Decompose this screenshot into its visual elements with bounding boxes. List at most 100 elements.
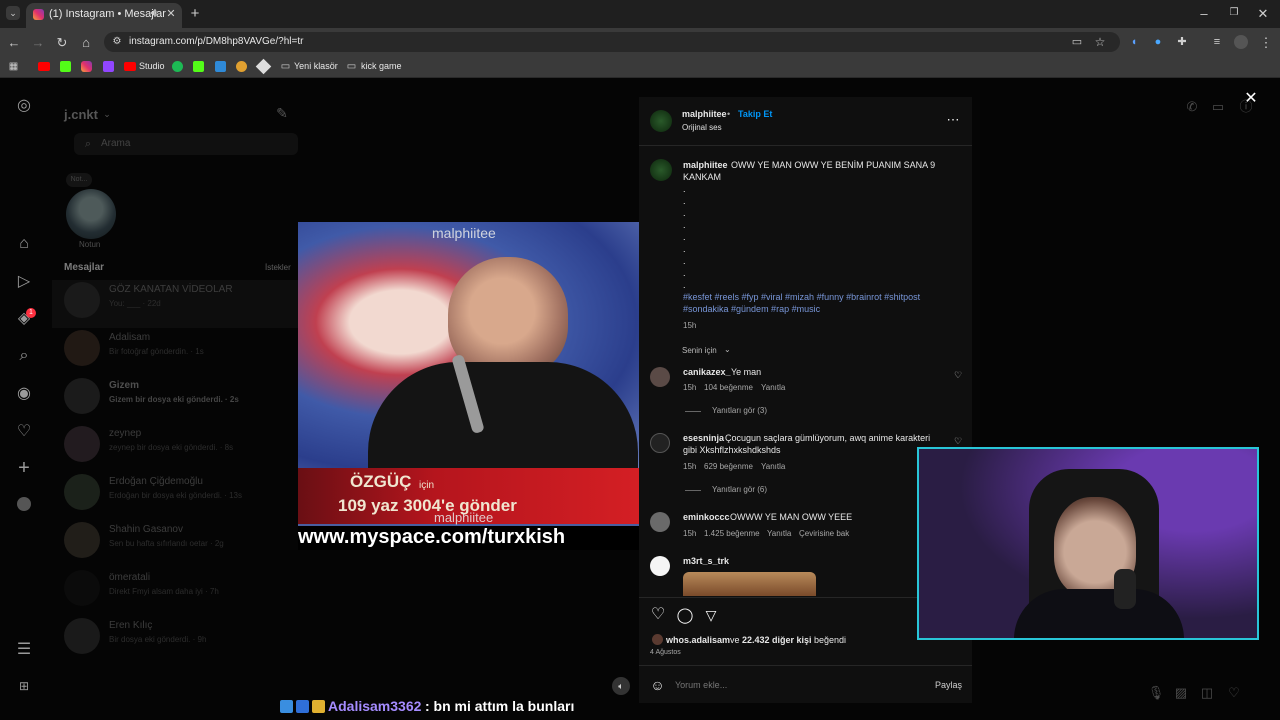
dm-conversation[interactable]: Shahin Gasanov Sen bu hafta sıfırlandı o… <box>52 520 298 568</box>
bookmark-diamond-icon[interactable] <box>255 58 272 75</box>
author-avatar[interactable] <box>650 110 672 132</box>
dm-conversation[interactable]: Eren Kılıç Bir dosya eki gönderdi. · 9h <box>52 616 298 664</box>
home-nav-icon[interactable]: ⌂ <box>14 234 34 254</box>
post-audio[interactable]: Orijinal ses <box>682 123 722 132</box>
twitch-bookmark-icon[interactable] <box>103 61 114 72</box>
create-nav-icon[interactable]: + <box>14 457 34 479</box>
spotify-bookmark-icon[interactable] <box>172 61 183 72</box>
comment-user[interactable]: esesninja <box>683 433 724 443</box>
caption-hashtags-line1[interactable]: #kesfet #reels #fyp #viral #mizah #funny… <box>683 292 920 302</box>
profile-nav-avatar[interactable] <box>17 497 31 511</box>
more-menu-icon[interactable]: ☰ <box>14 639 34 659</box>
close-tab-icon[interactable]: ✕ <box>165 8 177 20</box>
address-bar[interactable]: ⚙ instagram.com/p/DM8hp8VAVGe/?hl=tr ▭ ☆ <box>104 32 1120 52</box>
browser-tab[interactable]: (1) Instagram • Mesajlar 🔊︎ ✕ <box>26 3 182 28</box>
comment-avatar[interactable] <box>650 556 670 576</box>
dm-conversation[interactable]: GÖZ KANATAN VİDEOLAR You: ___ · 22d <box>52 280 298 328</box>
speaker-icon[interactable]: 🔊︎ <box>148 8 160 20</box>
translate-button[interactable]: Çevirisine bak <box>799 529 849 538</box>
sticker-icon[interactable]: ◫ <box>1199 684 1215 700</box>
comment-image[interactable] <box>683 572 816 596</box>
more-options-icon[interactable]: ⋯ <box>945 111 961 127</box>
compose-icon[interactable]: ✎ <box>274 105 290 121</box>
explore-nav-icon[interactable]: ◉ <box>14 383 34 403</box>
comment-user[interactable]: eminkoccc <box>683 512 730 522</box>
window-close-icon[interactable]: ✕ <box>1256 6 1270 20</box>
comment-avatar[interactable] <box>650 367 670 387</box>
extension-shield-icon[interactable]: ● <box>1151 35 1165 49</box>
microphone-icon[interactable]: 🎙︎ <box>1148 684 1165 700</box>
comment-input[interactable] <box>675 677 895 693</box>
comment-likes[interactable]: 104 beğenme <box>704 383 753 392</box>
emoji-icon[interactable]: ☺ <box>649 676 666 693</box>
follow-button[interactable]: Takip Et <box>738 109 772 119</box>
note-avatar[interactable] <box>66 189 116 239</box>
comment-like-icon[interactable]: ♡ <box>954 436 962 447</box>
back-icon[interactable]: ← <box>7 35 21 49</box>
view-replies-button[interactable]: Yanıtları gör (3) <box>712 406 767 415</box>
mute-toggle-icon[interactable]: 🔈︎ <box>612 677 630 695</box>
bookmark-app-icon[interactable] <box>215 61 226 72</box>
comment-user[interactable]: m3rt_s_trk <box>683 556 729 566</box>
comment-icon[interactable]: ◯ <box>676 606 694 624</box>
dm-conversation[interactable]: Gizem Gizem bir dosya eki gönderdi. · 2s <box>52 376 298 424</box>
bookmark-star-icon[interactable]: ☆ <box>1093 35 1107 49</box>
heart-icon[interactable]: ♡ <box>1226 684 1242 700</box>
youtube-studio-icon[interactable] <box>124 62 136 71</box>
apps-grid-icon[interactable]: ▦ <box>7 60 20 73</box>
liked-by-avatar[interactable] <box>652 634 663 645</box>
instagram-logo-icon[interactable]: ◎ <box>14 95 34 115</box>
profile-avatar-icon[interactable] <box>1234 35 1248 49</box>
dm-conversation[interactable]: ömeratali Direkt Fmyi alsam daha iyi · 7… <box>52 568 298 616</box>
phone-icon[interactable]: ✆ <box>1184 98 1200 114</box>
comment-likes[interactable]: 1.425 beğenme <box>704 529 760 538</box>
view-replies-button[interactable]: Yanıtları gör (6) <box>712 485 767 494</box>
image-icon[interactable]: ▨ <box>1173 684 1189 700</box>
instagram-bookmark-icon[interactable] <box>81 61 92 72</box>
site-info-icon[interactable]: ⚙ <box>110 35 124 49</box>
apps-icon[interactable]: ⊞ <box>14 676 34 696</box>
caption-user[interactable]: malphiitee <box>683 160 728 170</box>
comment-like-icon[interactable]: ♡ <box>954 370 962 381</box>
bookmark-app-icon-2[interactable] <box>236 61 247 72</box>
extensions-puzzle-icon[interactable]: ✚ <box>1175 35 1189 49</box>
minimize-icon[interactable]: – <box>1197 6 1211 20</box>
kick-bookmark-icon[interactable] <box>60 61 71 72</box>
bookmark-yeni-klasor[interactable]: Yeni klasör <box>294 61 338 71</box>
comment-reply-button[interactable]: Yanıtla <box>761 383 785 392</box>
kick-bookmark-icon-2[interactable] <box>193 61 204 72</box>
comment-reply-button[interactable]: Yanıtla <box>767 529 791 538</box>
extension-audio-icon[interactable]: ◖ <box>1127 35 1141 49</box>
caption-hashtags-line2[interactable]: #sondakika #gündem #rap #music <box>683 304 820 314</box>
reload-icon[interactable]: ↻ <box>55 35 69 49</box>
browser-menu-icon[interactable]: ⋮ <box>1259 35 1273 49</box>
liked-by-user[interactable]: whos.adalisam <box>666 635 730 645</box>
install-app-icon[interactable]: ▭ <box>1070 35 1084 49</box>
caption-avatar[interactable] <box>650 159 672 181</box>
dm-conversation[interactable]: zeynep zeynep bir dosya eki gönderdi. · … <box>52 424 298 472</box>
maximize-icon[interactable]: ❐ <box>1227 6 1241 20</box>
chevron-down-icon[interactable]: ⌄ <box>724 345 731 354</box>
reading-list-icon[interactable]: ≡ <box>1210 35 1224 49</box>
home-icon[interactable]: ⌂ <box>79 35 93 49</box>
post-author[interactable]: malphiitee <box>682 109 727 119</box>
reels-nav-icon[interactable]: ▷ <box>14 271 34 291</box>
bookmark-studio[interactable]: Studio <box>139 61 165 71</box>
requests-link[interactable]: İstekler <box>265 263 291 272</box>
comment-avatar[interactable] <box>650 512 670 532</box>
dm-username[interactable]: j.cnkt <box>64 107 98 122</box>
forward-icon[interactable]: → <box>31 35 45 49</box>
share-comment-button[interactable]: Paylaş <box>935 680 962 690</box>
chevron-down-icon[interactable]: ⌄ <box>102 109 112 119</box>
video-call-icon[interactable]: ▭ <box>1210 98 1226 114</box>
close-modal-icon[interactable]: ✕ <box>1243 91 1259 107</box>
note-bubble[interactable]: Not... <box>66 173 92 187</box>
comment-avatar[interactable] <box>650 433 670 453</box>
like-icon[interactable]: ♡ <box>649 606 667 624</box>
youtube-bookmark-icon[interactable] <box>38 62 50 71</box>
dm-search-box[interactable]: ⌕ Arama <box>74 133 298 155</box>
tab-search-icon[interactable]: ⌄ <box>6 6 20 20</box>
heart-nav-icon[interactable]: ♡ <box>14 421 34 441</box>
comment-user[interactable]: canikazex_ <box>683 367 731 377</box>
dm-conversation[interactable]: Adalisam Bir fotoğraf gönderdin. · 1s <box>52 328 298 376</box>
